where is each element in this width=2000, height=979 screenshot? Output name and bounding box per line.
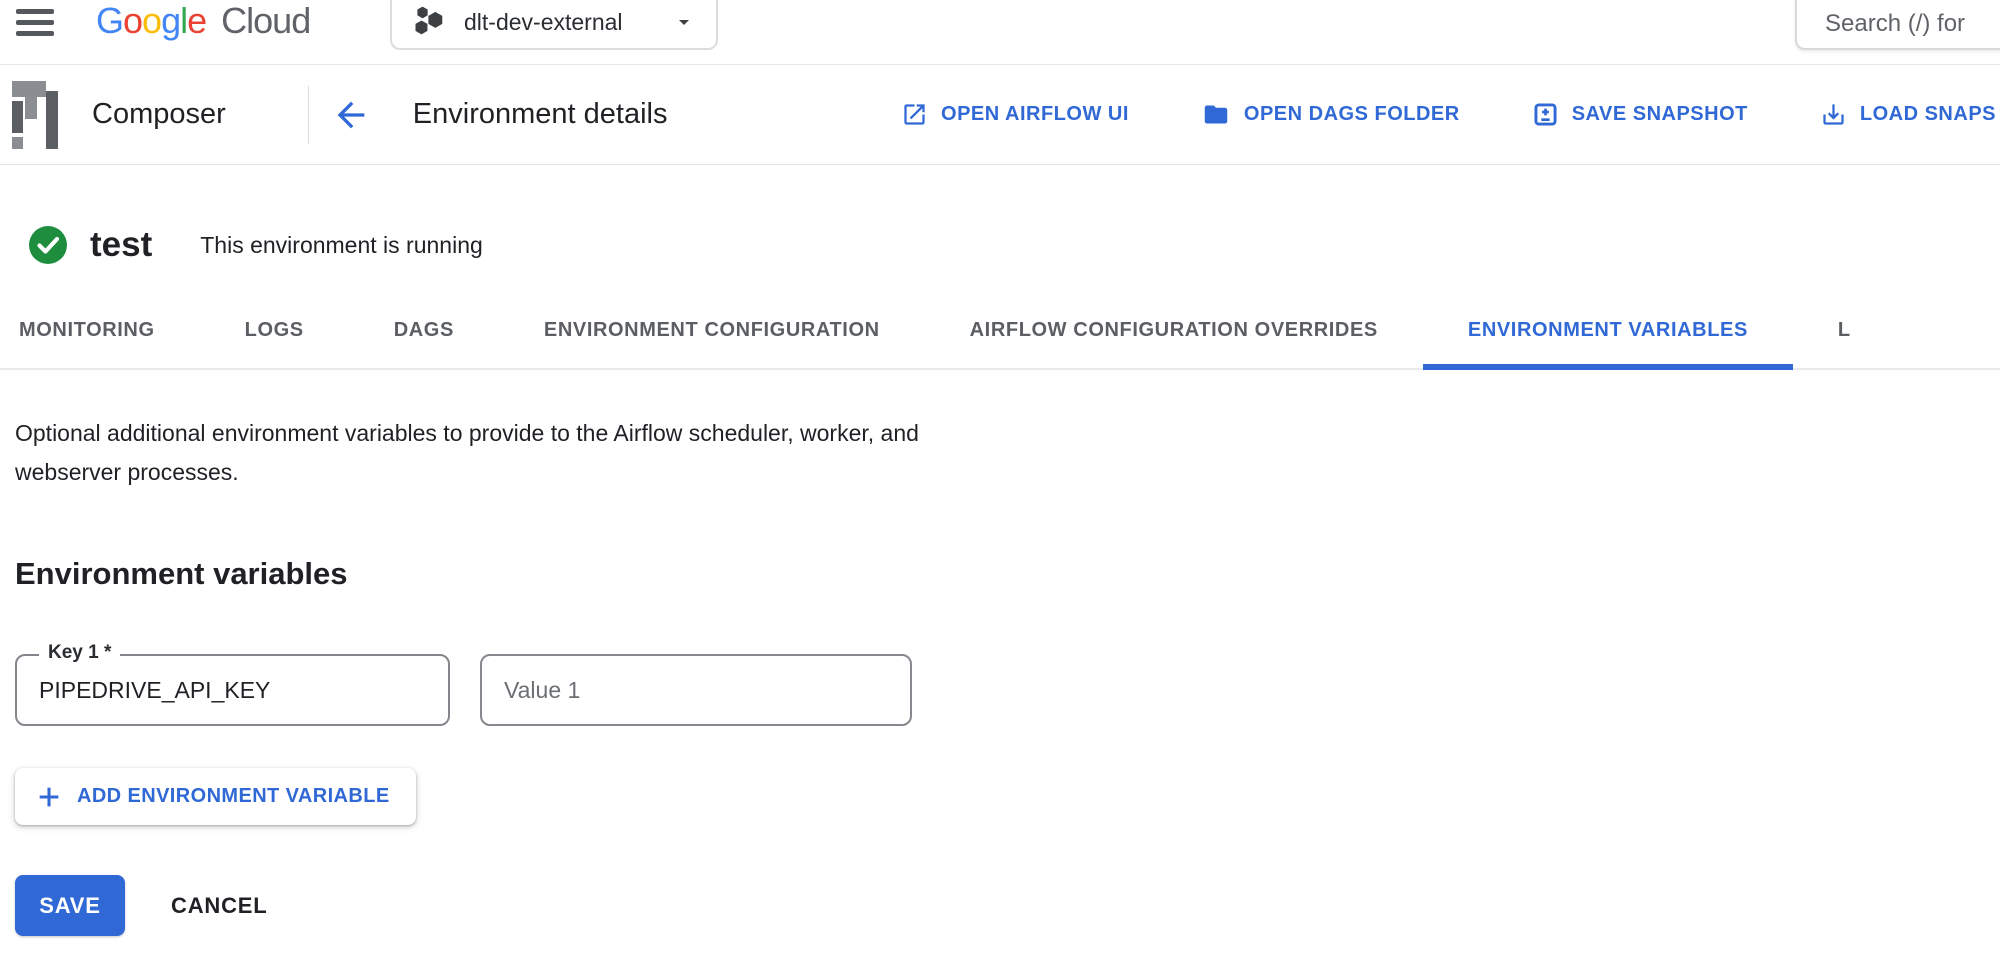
section-heading: Environment variables <box>15 556 2000 592</box>
action-label: LOAD SNAPS <box>1860 103 1996 126</box>
action-label: OPEN DAGS FOLDER <box>1244 103 1460 126</box>
value-field-outline <box>480 654 912 726</box>
tab-label: ENVIRONMENT CONFIGURATION <box>544 319 880 342</box>
project-name: dlt-dev-external <box>464 9 623 36</box>
save-button[interactable]: SAVE <box>15 875 125 936</box>
product-name: Composer <box>92 98 226 131</box>
tab-monitoring[interactable]: MONITORING <box>0 292 200 368</box>
menu-bar <box>16 20 54 25</box>
back-arrow-icon[interactable] <box>331 95 371 135</box>
key-input[interactable] <box>17 656 448 724</box>
menu-icon[interactable] <box>16 9 56 42</box>
environment-name: test <box>90 225 152 265</box>
open-airflow-ui-button[interactable]: OPEN AIRFLOW UI <box>901 101 1129 128</box>
variable-row: Key 1 * <box>15 654 2000 726</box>
top-app-bar: Google Cloud dlt-dev-external Search (/)… <box>0 0 2000 65</box>
search-placeholder: Search (/) for <box>1825 10 1965 38</box>
environment-status-row: test This environment is running <box>0 222 2000 268</box>
header-actions: OPEN AIRFLOW UI OPEN DAGS FOLDER SAVE SN… <box>901 101 2000 128</box>
key-field-outline: Key 1 * <box>15 654 450 726</box>
open-in-new-icon <box>901 101 928 128</box>
key-field-label: Key 1 * <box>39 642 120 664</box>
add-button-label: ADD ENVIRONMENT VARIABLE <box>77 785 390 808</box>
composer-logo-icon <box>8 78 62 152</box>
save-snapshot-button[interactable]: SAVE SNAPSHOT <box>1532 101 1748 128</box>
add-environment-variable-button[interactable]: ADD ENVIRONMENT VARIABLE <box>15 768 416 825</box>
google-cloud-logo[interactable]: Google Cloud <box>96 0 310 42</box>
tab-bar: MONITORING LOGS DAGS ENVIRONMENT CONFIGU… <box>0 292 2000 370</box>
cancel-button[interactable]: CANCEL <box>171 893 267 919</box>
value-input[interactable] <box>482 656 910 724</box>
tab-label: L <box>1838 319 1851 342</box>
tab-environment-variables[interactable]: ENVIRONMENT VARIABLES <box>1423 292 1793 368</box>
page-title: Environment details <box>413 98 668 131</box>
tab-label: DAGS <box>394 319 454 342</box>
form-actions: SAVE CANCEL <box>15 875 2000 936</box>
menu-bar <box>16 31 54 36</box>
project-hexagons-icon <box>414 4 446 38</box>
product-header: Composer Environment details OPEN AIRFLO… <box>0 65 2000 165</box>
load-snapshot-button[interactable]: LOAD SNAPS <box>1820 101 1996 128</box>
tab-label: AIRFLOW CONFIGURATION OVERRIDES <box>970 319 1378 342</box>
status-check-icon <box>28 225 68 265</box>
save-snapshot-icon <box>1532 101 1559 128</box>
folder-icon <box>1201 101 1231 128</box>
plus-icon <box>35 783 63 811</box>
tab-label: ENVIRONMENT VARIABLES <box>1468 319 1748 342</box>
environment-variables-panel: Optional additional environment variable… <box>0 414 2000 936</box>
tab-airflow-configuration-overrides[interactable]: AIRFLOW CONFIGURATION OVERRIDES <box>925 292 1423 368</box>
tab-label: LOGS <box>245 319 304 342</box>
tab-labels-truncated[interactable]: L <box>1793 292 1896 368</box>
panel-description: Optional additional environment variable… <box>15 414 1020 492</box>
header-divider <box>308 86 309 144</box>
chevron-down-icon <box>672 10 696 34</box>
google-wordmark: Google <box>96 0 206 41</box>
tab-dags[interactable]: DAGS <box>349 292 499 368</box>
tab-environment-configuration[interactable]: ENVIRONMENT CONFIGURATION <box>499 292 925 368</box>
search-input[interactable]: Search (/) for <box>1795 0 2000 50</box>
cloud-wordmark: Cloud <box>221 0 310 41</box>
environment-status-message: This environment is running <box>200 232 483 259</box>
action-label: SAVE SNAPSHOT <box>1572 103 1748 126</box>
tab-logs[interactable]: LOGS <box>200 292 349 368</box>
open-dags-folder-button[interactable]: OPEN DAGS FOLDER <box>1201 101 1460 128</box>
action-label: OPEN AIRFLOW UI <box>941 103 1129 126</box>
project-selector[interactable]: dlt-dev-external <box>390 0 718 50</box>
download-icon <box>1820 101 1847 128</box>
menu-bar <box>16 9 54 14</box>
tab-label: MONITORING <box>19 319 155 342</box>
